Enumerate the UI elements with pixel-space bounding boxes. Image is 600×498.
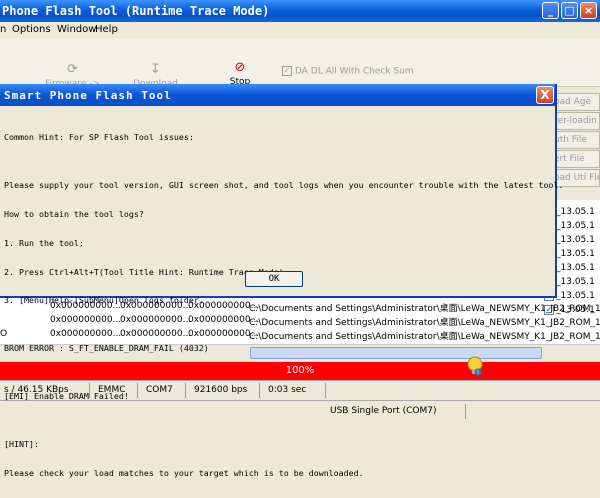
- rom-name-cell: _13.05.1: [556, 277, 595, 287]
- dialog-close-button[interactable]: X: [536, 86, 554, 104]
- message-line: Please supply your tool version, GUI scr…: [4, 180, 564, 191]
- download-icon: ↧: [150, 62, 161, 77]
- menu-item-window[interactable]: Window: [57, 24, 96, 35]
- message-line: [HINT]:: [4, 439, 39, 450]
- da-checksum-label: DA DL All With Check Sum: [295, 66, 414, 77]
- stop-icon: ⊘: [234, 60, 246, 75]
- cert-file-button[interactable]: ert File: [553, 150, 600, 168]
- ok-button[interactable]: OK: [245, 271, 303, 287]
- menu-item-partial[interactable]: n: [0, 24, 6, 35]
- dialog-message: Common Hint: For SP Flash Tool issues: P…: [4, 114, 564, 498]
- menu-item-help[interactable]: Help: [95, 24, 118, 35]
- firmware-upgrade-icon: ⟳: [67, 62, 78, 77]
- dialog-title: Smart Phone Flash Tool: [4, 89, 172, 102]
- message-line: 3. [Menu]Help-[SubMenu]Open logs folder.: [4, 295, 204, 306]
- main-title-bar: Phone Flash Tool (Runtime Trace Mode) _ …: [0, 0, 600, 22]
- download-agent-button[interactable]: oad Age: [553, 93, 600, 111]
- message-line: Please check your load matches to your t…: [4, 467, 364, 478]
- maximize-button[interactable]: □: [561, 2, 578, 19]
- message-line: Common Hint: For SP Flash Tool issues:: [4, 132, 194, 143]
- stop-button[interactable]: ⊘ Stop: [222, 56, 258, 87]
- error-dialog: Smart Phone Flash Tool X Common Hint: Fo…: [0, 84, 563, 478]
- rom-name-cell: _13.05.1: [556, 221, 595, 231]
- window-close-button[interactable]: ×: [580, 2, 597, 19]
- window-title: Phone Flash Tool (Runtime Trace Mode): [2, 4, 270, 18]
- message-line: How to obtain the tool logs?: [4, 208, 144, 219]
- rom-name-cell: _13.05.1: [556, 235, 595, 245]
- dialog-title-bar: Smart Phone Flash Tool X: [0, 84, 555, 106]
- rom-name-cell: _13.05.1: [556, 207, 595, 217]
- da-checksum-checkbox[interactable]: ✓ DA DL All With Check Sum: [282, 66, 414, 77]
- menu-bar: n Options Window Help: [0, 22, 600, 38]
- rom-name-cell: _13.05.1: [556, 249, 595, 259]
- error-code-line: BROM ERROR : S_FT_ENABLE_DRAM_FAIL (4032…: [4, 343, 209, 354]
- message-line: [EMI] Enable DRAM Failed!: [4, 391, 129, 402]
- message-line: 1. Run the tool;: [4, 237, 84, 248]
- rom-name-cell: _13.05.1: [556, 263, 595, 273]
- scatter-loading-button[interactable]: ter-loadin: [553, 112, 600, 130]
- auth-file-button[interactable]: uth File: [553, 131, 600, 149]
- minimize-button[interactable]: _: [542, 2, 559, 19]
- toolbar: ⟳ Firmware -> Upgrade ↧ Download ⊘ Stop: [0, 38, 600, 99]
- menu-item-options[interactable]: Options: [12, 24, 51, 35]
- checkbox-icon: ✓: [282, 66, 292, 76]
